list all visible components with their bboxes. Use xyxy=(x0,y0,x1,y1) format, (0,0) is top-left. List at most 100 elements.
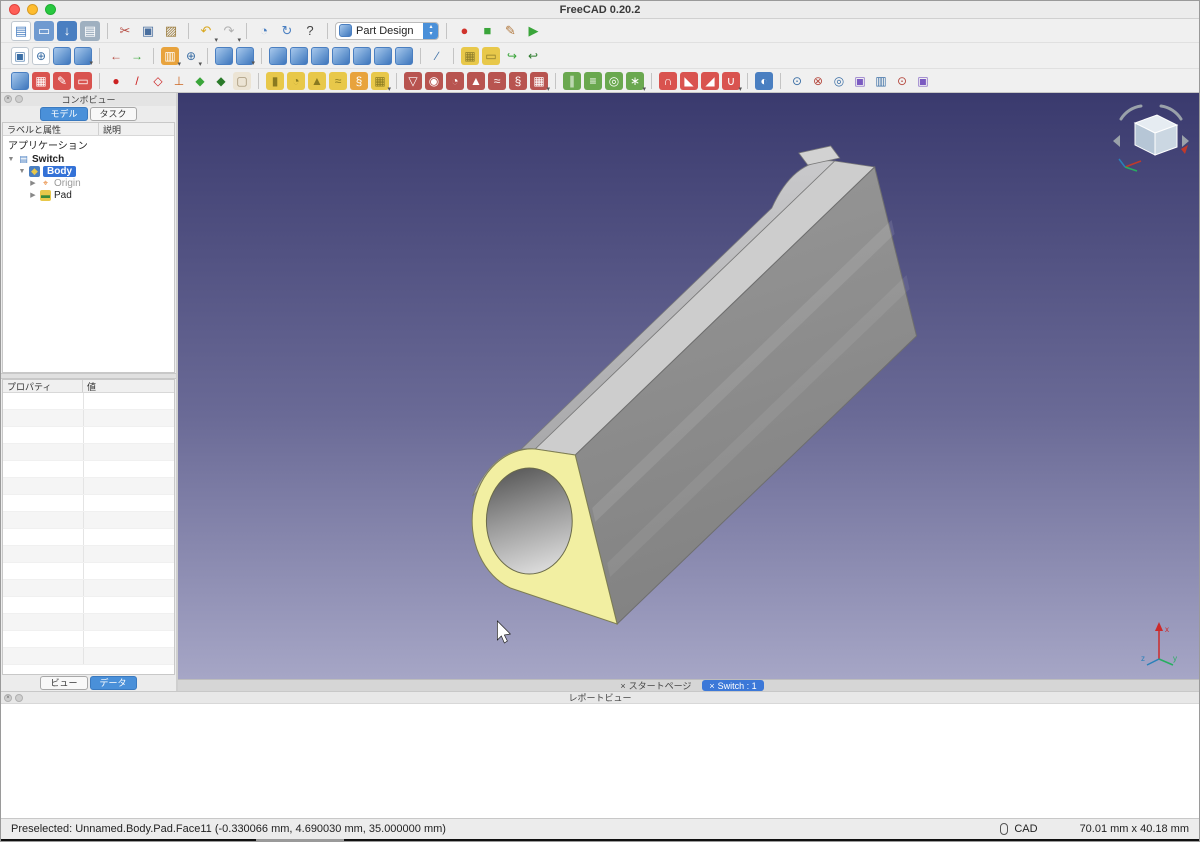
section-view-icon[interactable]: ▥ xyxy=(872,72,890,90)
fit-all-icon[interactable]: ▣ xyxy=(11,46,29,65)
polar-pattern-icon[interactable]: ◎ xyxy=(605,71,623,90)
draft-icon[interactable]: ◢ xyxy=(701,71,719,90)
view-front-icon[interactable] xyxy=(269,46,287,65)
nav-style-label[interactable]: CAD xyxy=(1014,823,1037,835)
tree-item-pad[interactable]: ▶ ▬ Pad xyxy=(3,189,174,201)
mirrored-icon[interactable]: ∥ xyxy=(563,71,581,90)
panel-close-icon[interactable]: × xyxy=(4,95,12,103)
view-right-icon[interactable] xyxy=(311,46,329,65)
macro-record-icon[interactable]: ● xyxy=(454,21,474,41)
subtractive-primitive-icon[interactable]: ▦ ▾ xyxy=(530,71,550,93)
cut-icon[interactable]: ✂ xyxy=(115,21,135,41)
datum-point-icon[interactable]: ● xyxy=(107,72,125,90)
hole-icon[interactable]: ◉ xyxy=(425,71,443,90)
make-link-icon[interactable]: ↪ xyxy=(503,47,521,65)
panel-float-icon[interactable] xyxy=(15,95,23,103)
convert-to-solid-icon[interactable]: ▣ xyxy=(851,72,869,90)
nav-forward-icon[interactable]: → xyxy=(128,47,146,65)
tree-item-origin[interactable]: ▶ ⌖ Origin xyxy=(3,177,174,189)
linear-pattern-icon[interactable]: ≡ xyxy=(584,71,602,90)
tree-expander-icon[interactable]: ▼ xyxy=(7,156,15,163)
draw-style-icon[interactable]: ▾ xyxy=(74,46,93,67)
open-folder-icon[interactable]: ▭ xyxy=(34,20,54,41)
view-axonometric-icon[interactable]: ▾ xyxy=(236,46,255,67)
redo-icon[interactable]: ↷ ▾ xyxy=(219,21,241,44)
pan-right-arrow-icon[interactable] xyxy=(1182,135,1189,147)
mouse-nav-icon[interactable] xyxy=(1000,823,1009,835)
workbench-selector[interactable]: Part Design ▴ ▾ xyxy=(335,21,440,40)
3d-viewport[interactable]: x y z xyxy=(178,93,1199,679)
sketch-validate-icon[interactable]: ⊙ xyxy=(893,72,911,90)
sync-view-icon[interactable] xyxy=(53,46,71,65)
multi-transform-icon[interactable]: ∗ ▾ xyxy=(626,71,646,93)
tab-view[interactable]: ビュー xyxy=(40,675,88,691)
tab-model[interactable]: モデル xyxy=(40,106,88,122)
view-home-icon[interactable] xyxy=(395,46,413,65)
zoom-icon[interactable]: ⊕ ▾ xyxy=(182,47,202,68)
navigation-cube[interactable] xyxy=(1111,103,1191,175)
tree-expander-icon[interactable]: ▶ xyxy=(29,179,37,187)
macro-edit-icon[interactable]: ✎ xyxy=(500,21,520,41)
clone-icon[interactable]: ▢ xyxy=(233,71,251,90)
boolean-operation-icon[interactable]: ◐ xyxy=(755,71,773,90)
additive-pipe-icon[interactable]: ≈ xyxy=(329,71,347,90)
pad-icon[interactable]: ▮ xyxy=(266,71,284,90)
view-fit-icon[interactable] xyxy=(215,46,233,65)
rotate-left-arrow-icon[interactable] xyxy=(1119,104,1143,121)
macro-stop-icon[interactable]: ■ xyxy=(477,21,497,41)
report-float-icon[interactable] xyxy=(15,694,23,702)
refresh-icon[interactable]: ↻ xyxy=(277,21,297,41)
rotate-right-arrow-icon[interactable] xyxy=(1159,104,1183,121)
create-part-icon[interactable]: ▦ xyxy=(461,46,479,65)
pocket-icon[interactable]: ▽ xyxy=(404,71,422,90)
sub-shape-binder-icon[interactable]: ◆ xyxy=(212,72,230,90)
revolution-icon[interactable]: ◔ xyxy=(287,71,305,90)
paste-icon[interactable]: ▨ xyxy=(161,21,181,41)
check-geometry-icon[interactable]: ⊙ xyxy=(788,72,806,90)
tab-close-icon[interactable]: × xyxy=(709,681,714,691)
mdi-tab-switch-1[interactable]: × Switch : 1 xyxy=(702,680,764,691)
report-close-icon[interactable]: × xyxy=(4,694,12,702)
chamfer-icon[interactable]: ◣ xyxy=(680,71,698,90)
tree-item-switch[interactable]: ▼ ▤ Switch xyxy=(3,153,174,165)
workbench-stepper-icon[interactable]: ▴ ▾ xyxy=(423,22,439,39)
datum-line-icon[interactable]: / xyxy=(128,72,146,90)
copy-icon[interactable]: ▣ xyxy=(138,21,158,41)
tree-root-label[interactable]: アプリケーション xyxy=(3,136,174,153)
pan-left-arrow-icon[interactable] xyxy=(1113,135,1120,147)
additive-loft-icon[interactable]: ▲ xyxy=(308,71,326,90)
tree-item-body[interactable]: ▼ ◆ Body xyxy=(3,165,174,177)
print-icon[interactable]: ▤ xyxy=(80,20,100,41)
defeaturing-icon[interactable]: ⊗ xyxy=(809,72,827,90)
view-rear-icon[interactable] xyxy=(332,46,350,65)
thickness-icon[interactable]: ∪ ▾ xyxy=(722,71,742,93)
new-document-icon[interactable]: ▤ xyxy=(11,20,31,41)
tab-data[interactable]: データ xyxy=(89,675,137,691)
create-group-icon[interactable]: ▭ xyxy=(482,46,500,65)
subtractive-pipe-icon[interactable]: ≈ xyxy=(488,71,506,90)
additive-helix-icon[interactable]: § xyxy=(350,71,368,90)
macro-execute-icon[interactable]: ▶ xyxy=(523,21,543,41)
view-top-icon[interactable] xyxy=(290,46,308,65)
orthographic-view-icon[interactable]: ▥ ▾ xyxy=(161,46,181,68)
minimize-window-button[interactable] xyxy=(27,4,38,15)
parametric-frame-icon[interactable]: ▣ xyxy=(914,72,932,90)
refine-shape-icon[interactable]: ◎ xyxy=(830,72,848,90)
nav-back-icon[interactable]: ← xyxy=(107,47,125,65)
subtractive-loft-icon[interactable]: ▲ xyxy=(467,71,485,90)
measure-distance-icon[interactable]: ∕ xyxy=(428,47,446,65)
stopwatch-icon[interactable]: ◔ xyxy=(254,21,274,41)
subtractive-helix-icon[interactable]: § xyxy=(509,71,527,90)
view-left-icon[interactable] xyxy=(374,46,392,65)
fit-selection-icon[interactable]: ⊕ xyxy=(32,46,50,65)
tree-expander-icon[interactable]: ▶ xyxy=(29,191,37,199)
zoom-window-button[interactable] xyxy=(45,4,56,15)
tree-expander-icon[interactable]: ▼ xyxy=(18,168,26,175)
make-sub-link-icon[interactable]: ↩ xyxy=(524,47,542,65)
local-coordinate-system-icon[interactable]: ⊥ xyxy=(170,72,188,90)
additive-primitive-icon[interactable]: ▦ ▾ xyxy=(371,71,391,93)
datum-plane-icon[interactable]: ◇ xyxy=(149,72,167,90)
groove-icon[interactable]: ◔ xyxy=(446,71,464,90)
create-body-icon[interactable] xyxy=(11,71,29,90)
tab-close-icon[interactable]: × xyxy=(620,681,625,691)
